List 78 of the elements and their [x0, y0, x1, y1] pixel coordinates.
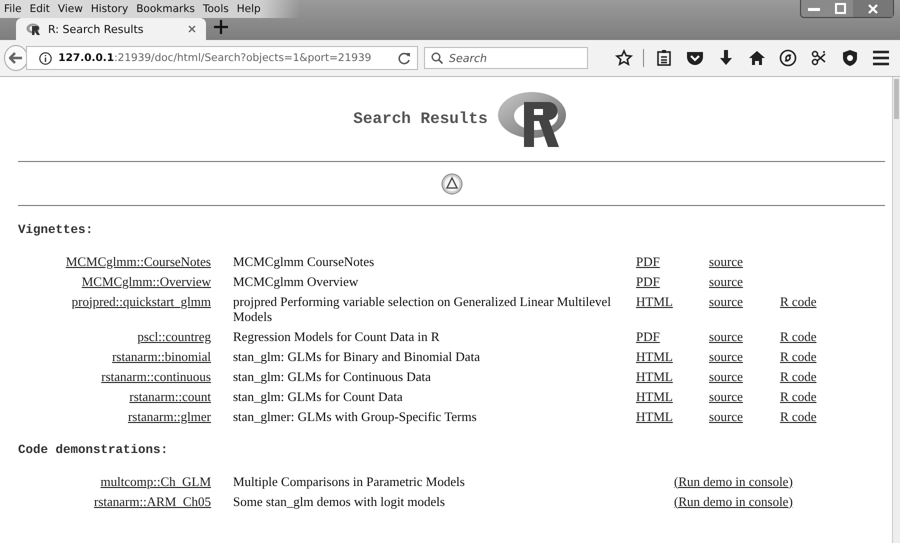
back-arrow-icon [9, 52, 24, 64]
r-code-link[interactable]: R code [780, 348, 816, 364]
close-icon [868, 4, 878, 14]
package-link[interactable]: rstanarm::ARM_Ch05 [94, 494, 211, 508]
package-link[interactable]: rstanarm::glmer [128, 408, 211, 424]
package-link[interactable]: pscl::countreg [137, 328, 211, 344]
menu-item[interactable]: History [86, 3, 132, 15]
sync-icon[interactable] [778, 49, 796, 67]
search-icon [431, 52, 443, 64]
package-link[interactable]: rstanarm::count [129, 388, 211, 404]
download-icon[interactable] [718, 49, 734, 67]
menu-item[interactable]: Bookmarks [132, 3, 199, 15]
menu-item[interactable]: Tools [198, 3, 233, 15]
description-text: stan_glm: GLMs for Binary and Binomial Data [233, 348, 481, 364]
package-link[interactable]: MCMCglmm::Overview [82, 274, 211, 288]
page-title: Search Results [353, 110, 488, 128]
source-link[interactable]: source [709, 294, 743, 324]
r-logo-icon [26, 23, 42, 35]
menu-item[interactable]: File [0, 3, 26, 15]
clipboard-icon[interactable] [656, 49, 672, 67]
pocket-icon[interactable] [686, 50, 704, 66]
document-link[interactable]: PDF [636, 254, 660, 268]
source-link[interactable]: source [709, 348, 743, 364]
description-text: Some stan_glm demos with logit models [233, 494, 446, 508]
source-link[interactable]: source [709, 254, 743, 268]
run-demo-link[interactable]: (Run demo in console) [674, 474, 793, 488]
description-text: Regression Models for Count Data in R [233, 328, 441, 344]
r-code-link[interactable]: R code [780, 408, 816, 424]
document-link[interactable]: PDF [636, 328, 660, 344]
r-code-link[interactable]: R code [780, 368, 816, 384]
document-link[interactable]: HTML [636, 368, 673, 384]
document-link[interactable]: HTML [636, 294, 673, 324]
description-text: MCMCglmm Overview [233, 274, 360, 288]
description-text: Multiple Comparisons in Parametric Models [233, 474, 466, 488]
description-text: projpred Performing variable selection on Generalized Linear Multilevel Models [233, 294, 612, 324]
r-code-link[interactable]: R code [780, 294, 816, 324]
r-code-link[interactable]: R code [780, 388, 816, 404]
restore-icon [834, 3, 846, 14]
close-button[interactable] [853, 0, 893, 17]
source-link[interactable]: source [709, 368, 743, 384]
description-text: MCMCglmm CourseNotes [233, 254, 376, 268]
package-link[interactable]: rstanarm::binomial [112, 348, 211, 364]
url-text: 127.0.0.1:21939/doc/html/Search?objects=1&port=21939 [58, 52, 372, 64]
section-heading: Vignettes: [18, 223, 94, 237]
search-field[interactable]: Search [424, 47, 588, 69]
document-link[interactable]: HTML [636, 388, 673, 404]
package-link[interactable]: rstanarm::continuous [101, 368, 211, 384]
description-text: stan_glmer: GLMs with Group-Specific Terms [233, 408, 478, 424]
menu-icon[interactable] [872, 50, 890, 66]
document-link[interactable]: PDF [636, 274, 660, 288]
menu-item[interactable]: Help [232, 3, 265, 15]
run-demo-link[interactable]: (Run demo in console) [674, 494, 793, 508]
browser-tab[interactable]: R: Search Results [16, 18, 206, 40]
section-heading: Code demonstrations: [18, 443, 170, 457]
shield-icon[interactable] [842, 49, 858, 67]
package-link[interactable]: projpred::quickstart_glmm [72, 294, 211, 324]
back-button[interactable] [4, 45, 28, 71]
bookmark-star-icon[interactable] [614, 49, 632, 67]
minimize-icon [808, 6, 820, 10]
description-text: stan_glm: GLMs for Continuous Data [233, 368, 432, 384]
address-bar[interactable]: 127.0.0.1:21939/doc/html/Search?objects=1&port=21939 [26, 46, 418, 70]
home-icon[interactable] [748, 49, 766, 67]
package-link[interactable]: multcomp::Ch_GLM [100, 474, 211, 488]
scissors-icon[interactable] [810, 49, 828, 67]
document-link[interactable]: HTML [636, 408, 673, 424]
package-link[interactable]: MCMCglmm::CourseNotes [66, 254, 211, 268]
menu-item[interactable]: Edit [26, 3, 54, 15]
info-icon [39, 52, 52, 64]
source-link[interactable]: source [709, 388, 743, 404]
scrollbar[interactable] [892, 77, 900, 543]
document-link[interactable]: HTML [636, 348, 673, 364]
menu-item[interactable]: View [54, 3, 87, 15]
source-link[interactable]: source [709, 408, 743, 424]
r-code-link[interactable]: R code [780, 328, 816, 344]
reload-icon[interactable] [398, 52, 411, 64]
source-link[interactable]: source [709, 274, 743, 288]
description-text: stan_glm: GLMs for Count Data [233, 388, 404, 404]
source-link[interactable]: source [709, 328, 743, 344]
